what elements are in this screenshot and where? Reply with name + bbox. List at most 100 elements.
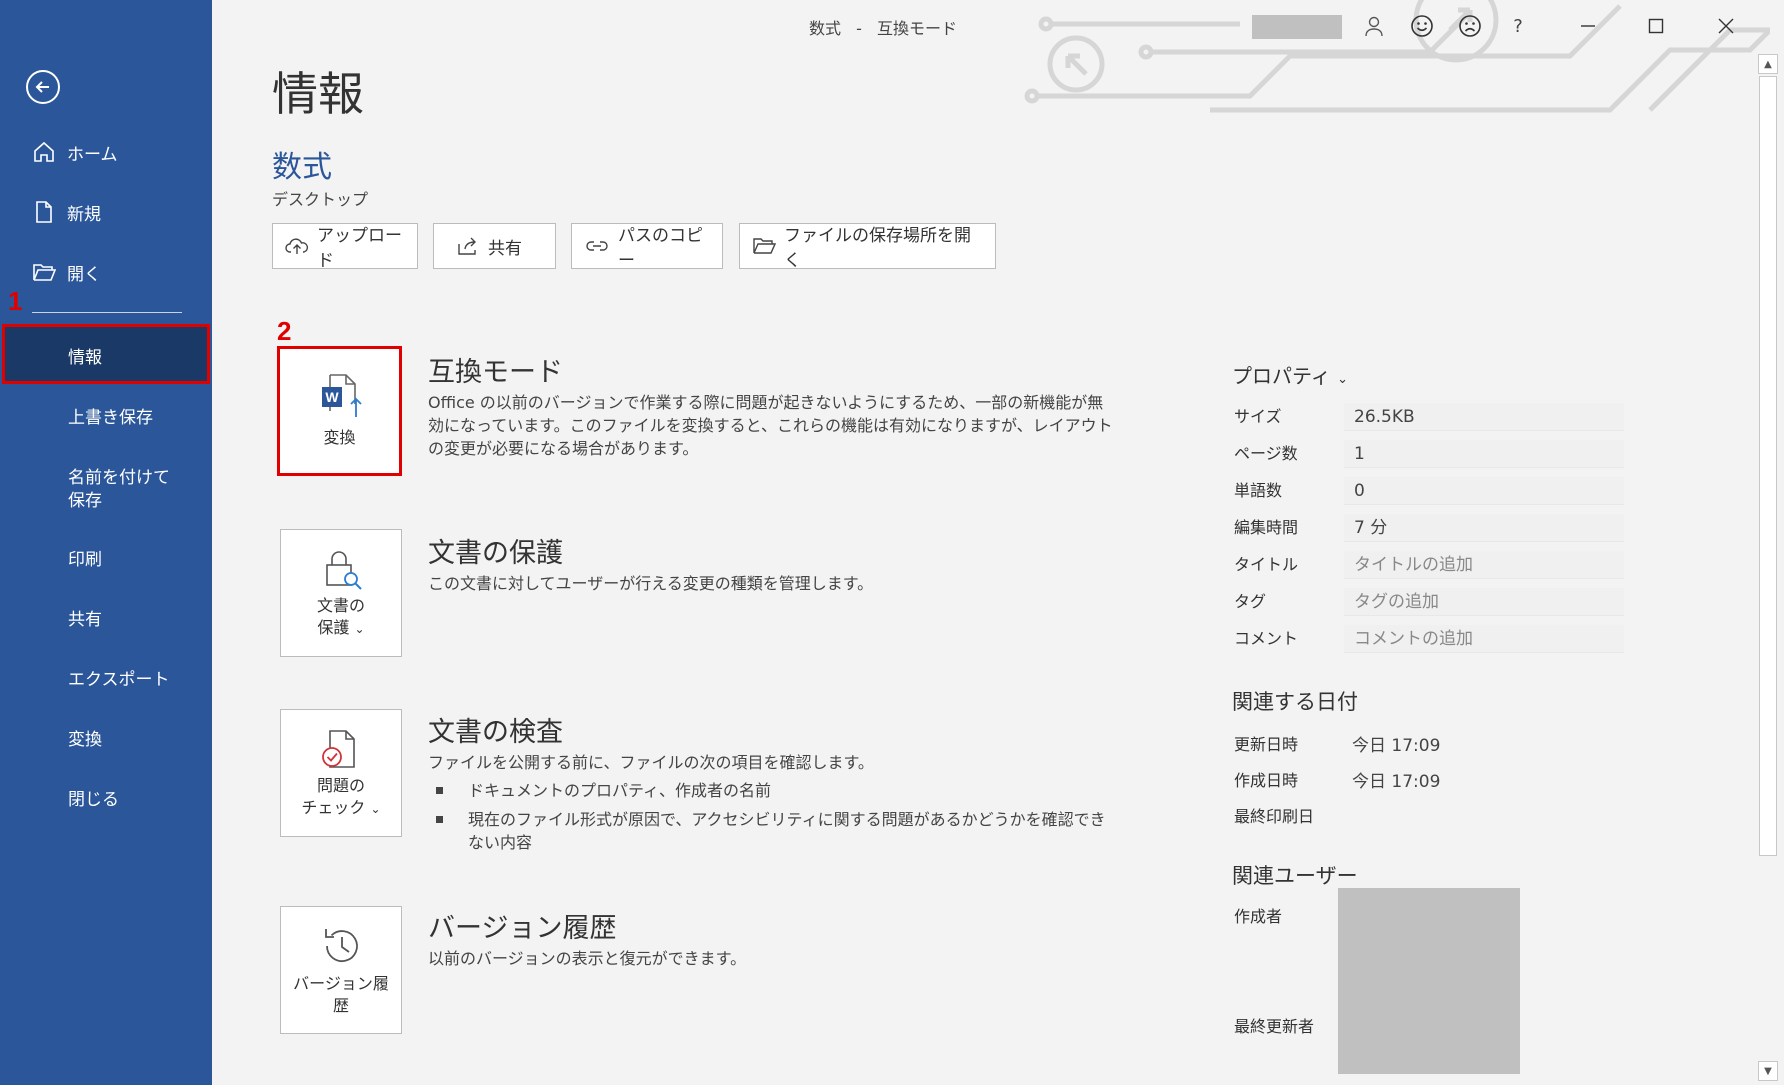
sidebar-item-label: 開く	[67, 264, 101, 285]
check-label-2: チェック	[301, 797, 366, 817]
upload-button[interactable]: アップロード	[272, 223, 418, 271]
share-button[interactable]: 共有	[433, 223, 556, 269]
related-users-header: 関連ユーザー	[1232, 864, 1358, 888]
account-name[interactable]	[1252, 15, 1342, 39]
open-file-location-button[interactable]: ファイルの保存場所を開く	[739, 223, 996, 271]
version-history-button[interactable]: バージョン履 歴	[280, 906, 402, 1034]
bullet-text: ドキュメントのプロパティ、作成者の名前	[468, 781, 772, 800]
sidebar-item-label: 共有	[68, 609, 102, 630]
smile-feedback-icon[interactable]	[1408, 12, 1436, 40]
window-mode-title: 互換モード	[876, 19, 957, 38]
date-value-modified: 今日 17:09	[1352, 736, 1441, 756]
sidebar-item-home[interactable]: ホーム	[0, 136, 212, 168]
vertical-scrollbar[interactable]: ▲ ▼	[1756, 52, 1780, 1085]
folder-open-icon	[752, 236, 776, 256]
help-label: ?	[1513, 15, 1523, 37]
prop-value-words: 0	[1344, 477, 1624, 505]
user-avatar-redacted	[1338, 888, 1520, 1074]
date-label-printed: 最終印刷日	[1234, 807, 1315, 826]
date-value-created: 今日 17:09	[1352, 772, 1441, 792]
history-clock-icon	[325, 929, 358, 962]
sidebar-item-label: 印刷	[68, 549, 102, 570]
sidebar-item-share[interactable]: 共有	[0, 602, 212, 632]
sidebar-item-label: 名前を付けて保存	[68, 468, 170, 511]
prop-value-pages: 1	[1344, 440, 1624, 468]
document-check-icon	[322, 729, 355, 768]
prop-label-tags: タグ	[1234, 592, 1267, 611]
step-marker-1: 1	[8, 286, 23, 316]
convert-button[interactable]: W 変換	[277, 346, 402, 476]
prop-label-title: タイトル	[1234, 555, 1299, 574]
list-item: ドキュメントのプロパティ、作成者の名前	[436, 779, 1116, 802]
prop-value-title-input[interactable]: タイトルの追加	[1344, 551, 1624, 579]
lock-search-icon	[326, 550, 362, 590]
back-button[interactable]	[26, 70, 60, 104]
section-title-version: バージョン履歴	[428, 913, 617, 944]
sidebar-item-save[interactable]: 上書き保存	[0, 400, 212, 430]
title-bar: 数式 - 互換モード ?	[212, 0, 1784, 52]
version-label-2: 歴	[332, 996, 349, 1015]
sidebar-item-save-as[interactable]: 名前を付けて保存	[0, 462, 212, 518]
svg-text:W: W	[325, 389, 339, 405]
sidebar-item-label: エクスポート	[68, 669, 170, 690]
prop-value-tags-input[interactable]: タグの追加	[1344, 588, 1624, 616]
sidebar-item-label: 変換	[68, 729, 102, 750]
arrow-left-icon	[35, 81, 49, 93]
user-label-last-modified: 最終更新者	[1234, 1017, 1315, 1036]
page-title: 情報	[272, 67, 364, 121]
scroll-down-icon[interactable]: ▼	[1758, 1061, 1778, 1081]
prop-value-comments-input[interactable]: コメントの追加	[1344, 625, 1624, 653]
properties-header-label: プロパティ	[1232, 364, 1331, 388]
section-desc-protect: この文書に対してユーザーが行える変更の種類を管理します。	[428, 574, 874, 593]
word-convert-icon: W	[321, 374, 362, 417]
sidebar-item-close[interactable]: 閉じる	[0, 782, 212, 812]
document-name: 数式	[272, 150, 332, 185]
chevron-down-icon: ⌄	[370, 801, 381, 816]
list-item: 現在のファイル形式が原因で、アクセシビリティに関する問題があるかどうかを確認でき…	[436, 808, 1116, 854]
close-icon[interactable]	[1712, 12, 1740, 40]
section-title-compat: 互換モード	[428, 357, 563, 388]
prop-label-size: サイズ	[1234, 407, 1282, 426]
sidebar-item-open[interactable]: 開く	[0, 256, 212, 288]
minimize-icon[interactable]	[1574, 12, 1602, 40]
sidebar-divider	[32, 312, 182, 313]
protect-document-button[interactable]: 文書の 保護 ⌄	[280, 529, 402, 657]
user-label-author: 作成者	[1234, 907, 1283, 926]
folder-open-icon	[31, 259, 57, 285]
chevron-down-icon: ⌄	[354, 621, 365, 636]
sidebar-item-label: 上書き保存	[68, 407, 153, 428]
window-doc-title: 数式	[809, 19, 842, 38]
section-desc-inspect: ファイルを公開する前に、ファイルの次の項目を確認します。	[428, 753, 874, 772]
scroll-up-icon[interactable]: ▲	[1758, 54, 1778, 74]
maximize-icon[interactable]	[1642, 12, 1670, 40]
section-desc-version: 以前のバージョンの表示と復元ができます。	[428, 949, 747, 968]
document-location: デスクトップ	[272, 190, 369, 209]
related-dates-header: 関連する日付	[1232, 690, 1358, 714]
title-separator: -	[856, 19, 862, 38]
share-icon	[456, 236, 480, 256]
bullet-text: 現在のファイル形式が原因で、アクセシビリティに関する問題があるかどうかを確認でき…	[468, 810, 1106, 852]
sidebar-item-new[interactable]: 新規	[0, 196, 212, 228]
copy-path-button[interactable]: パスのコピー	[571, 223, 723, 271]
sidebar-item-print[interactable]: 印刷	[0, 542, 212, 572]
upload-cloud-icon	[285, 236, 309, 256]
sidebar-item-info-label[interactable]: 情報	[0, 340, 212, 370]
frown-feedback-icon[interactable]	[1456, 12, 1484, 40]
open-file-location-label: ファイルの保存場所を開く	[784, 226, 971, 271]
copy-path-label: パスのコピー	[618, 226, 703, 271]
check-for-issues-button[interactable]: 問題の チェック ⌄	[280, 709, 402, 837]
check-label-1: 問題の	[316, 775, 365, 795]
sidebar-item-export[interactable]: エクスポート	[0, 662, 212, 692]
share-label: 共有	[488, 238, 522, 259]
scroll-thumb[interactable]	[1759, 76, 1777, 856]
section-desc-compat: Office の以前のバージョンで作業する際に問題が起きないようにするため、一部…	[428, 393, 1113, 458]
sidebar-item-convert[interactable]: 変換	[0, 722, 212, 752]
backstage-sidebar: ホーム 新規 開く 1 情報 上書き保存 名前を付けて保存 印刷 共有 エクスポ…	[0, 0, 212, 1085]
prop-label-edit-time: 編集時間	[1234, 518, 1299, 537]
new-document-icon	[31, 199, 57, 225]
properties-header[interactable]: プロパティ ⌄	[1232, 360, 1348, 389]
prop-label-words: 単語数	[1234, 481, 1283, 500]
protect-label-2: 保護	[317, 617, 350, 637]
help-icon[interactable]: ?	[1504, 12, 1532, 40]
account-icon[interactable]	[1360, 12, 1388, 40]
